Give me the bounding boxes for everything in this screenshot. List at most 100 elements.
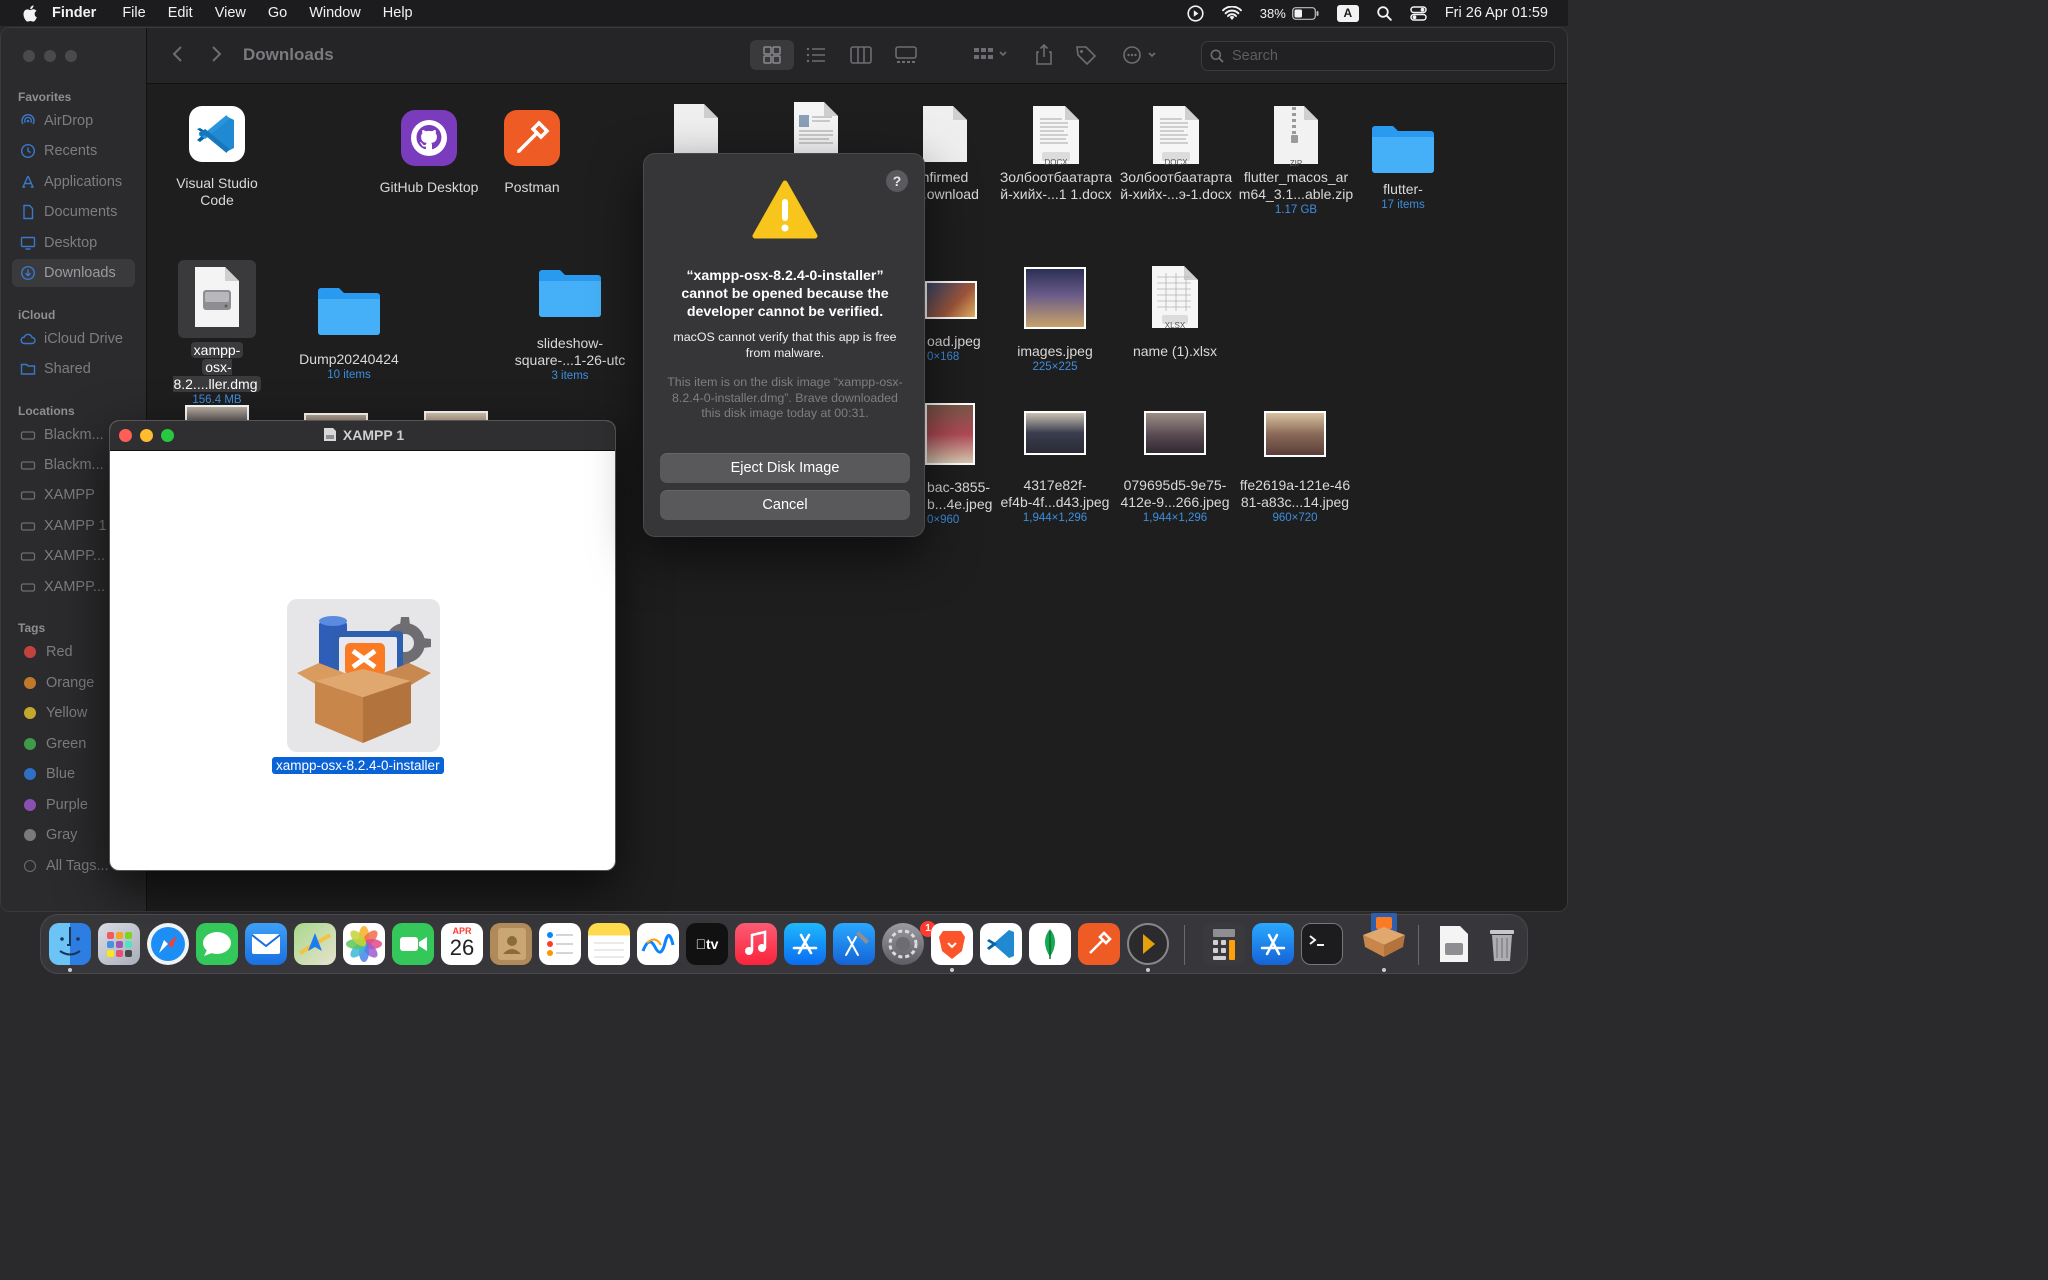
calculator-icon[interactable] [1203,923,1245,965]
brave-icon[interactable] [931,923,973,965]
help-button[interactable]: ? [886,170,908,192]
zoom-window-button[interactable] [65,50,77,62]
battery-icon[interactable] [1291,6,1319,20]
folder-flutter[interactable]: flutter- 17 items [1347,121,1459,213]
drive-icon [20,552,36,561]
list-view-button[interactable] [804,44,828,66]
menubar-clock[interactable]: Fri 26 Apr 01:59 [1445,5,1548,21]
sidebar-item-documents[interactable]: Documents [12,198,135,226]
menu-edit[interactable]: Edit [168,5,193,21]
column-view-button[interactable] [849,44,873,66]
menu-view[interactable]: View [215,5,246,21]
file-jpeg-ffe2[interactable]: ffe2619a-121e-46 81-a83c...14.jpeg 960×7… [1233,411,1357,526]
finder-icon[interactable] [49,923,91,965]
share-button[interactable] [1032,44,1056,66]
search-field[interactable]: Search [1201,41,1555,71]
menu-file[interactable]: File [122,5,145,21]
selected-item-label[interactable]: xampp-osx-8.2.4-0-installer [272,757,444,774]
gallery-view-button[interactable] [894,44,918,66]
launchpad-icon[interactable] [98,923,140,965]
freeform-icon[interactable] [637,923,679,965]
file-postman[interactable]: Postman [476,109,588,196]
file-images-jpeg[interactable]: images.jpeg 225×225 [999,267,1111,375]
image-dimensions: 0×168 [927,351,960,363]
file-download-jpeg[interactable]: oad.jpeg 0×168 [913,281,993,365]
file-xampp-dmg[interactable]: xampp- osx-8.2....ller.dmg 156.4 MB [161,260,273,408]
contacts-icon[interactable] [490,923,532,965]
close-window-button[interactable] [23,50,35,62]
sidebar-item-downloads[interactable]: Downloads [12,259,135,287]
more-actions-button[interactable] [1121,44,1161,66]
file-type-badge: DOCX [1044,158,1068,167]
sidebar-item-label: Applications [44,174,123,190]
forward-button[interactable] [209,44,223,64]
document-file-icon [923,106,967,162]
image-thumbnail [925,403,975,465]
vscode-icon[interactable] [980,923,1022,965]
sidebar-item-recents[interactable]: Recents [12,137,135,165]
calendar-icon[interactable]: APR 26 [441,923,483,965]
file-docx-1[interactable]: DOCX Золбоотбаатарта й-хийх-...1 1.docx [997,105,1115,203]
notes-icon[interactable] [588,923,630,965]
reminders-icon[interactable] [539,923,581,965]
maps-icon[interactable] [294,923,336,965]
menu-finder[interactable]: Finder [52,5,96,21]
folder-dump20240424[interactable]: Dump20240424 10 items [289,283,409,383]
wifi-icon[interactable] [1221,5,1242,21]
control-center-icon[interactable] [1410,5,1427,21]
xcode-icon[interactable] [833,923,875,965]
trash-icon[interactable] [1481,923,1523,965]
menu-go[interactable]: Go [268,5,287,21]
file-github-desktop[interactable]: GitHub Desktop [373,109,485,196]
icon-view-button[interactable] [760,44,784,66]
sidebar-item-desktop[interactable]: Desktop [12,229,135,257]
xampp-installer-icon[interactable] [287,599,440,752]
now-playing-icon[interactable] [1187,4,1204,22]
photos-icon[interactable] [343,923,385,965]
mongodb-compass-icon[interactable] [1029,923,1071,965]
minimize-window-button[interactable] [44,50,56,62]
app-installer-icon[interactable] [1252,923,1294,965]
appstore-icon[interactable] [784,923,826,965]
sidebar-item-label: Shared [44,361,91,377]
sidebar-item-shared[interactable]: Shared [12,355,135,383]
menu-help[interactable]: Help [383,5,413,21]
file-name-line1: xampp- [190,342,244,358]
file-jpeg-0796[interactable]: 079695d5-9e75- 412e-9...266.jpeg 1,944×1… [1113,411,1237,526]
document-preview-icon[interactable] [791,101,841,157]
facetime-icon[interactable] [392,923,434,965]
disk-image-icon[interactable] [1432,923,1474,965]
file-jpeg-4317[interactable]: 4317e82f- ef4b-4f...d43.jpeg 1,944×1,296 [993,411,1117,526]
group-by-button[interactable] [972,44,1008,66]
apple-menu-icon[interactable] [22,4,38,22]
file-jpeg-3855[interactable]: bac-3855- b...4e.jpeg 0×960 [913,403,993,528]
back-button[interactable] [171,44,185,64]
tag-button[interactable] [1074,44,1098,66]
system-settings-icon[interactable] [882,923,924,965]
menu-window[interactable]: Window [309,5,361,21]
mail-icon[interactable] [245,923,287,965]
sidebar-item-applications[interactable]: Applications [12,168,135,196]
input-source-icon[interactable]: A [1336,4,1359,22]
sidebar-item-icloud-drive[interactable]: iCloud Drive [12,325,135,353]
file-name-1-xlsx[interactable]: XLSX name (1).xlsx [1119,265,1231,360]
appletv-icon[interactable]: tv [686,923,728,965]
postman-icon[interactable] [1078,923,1120,965]
file-visual-studio-code[interactable]: Visual Studio Code [161,105,273,209]
terminal-icon[interactable] [1301,923,1343,965]
xampp-icon[interactable] [1359,909,1409,959]
file-flutter-zip[interactable]: ZIP flutter_macos_ar m64_3.1...able.zip … [1237,105,1355,218]
music-icon[interactable] [735,923,777,965]
spotlight-search-icon[interactable] [1377,5,1392,21]
eject-disk-image-button[interactable]: Eject Disk Image [660,453,910,483]
tag-color-dot [24,707,36,719]
cancel-button[interactable]: Cancel [660,490,910,520]
safari-icon[interactable] [147,923,189,965]
file-docx-2[interactable]: DOCX Золбоотбаатарта й-хийх-...э-1.docx [1117,105,1235,203]
messages-icon[interactable] [196,923,238,965]
folder-slideshow[interactable]: slideshow- square-...1-26-utc 3 items [509,265,631,384]
window-titlebar[interactable]: XAMPP 1 [110,421,615,451]
sidebar-item-airdrop[interactable]: AirDrop [12,107,135,135]
plex-icon[interactable] [1127,923,1169,965]
document-file-icon[interactable] [671,103,721,159]
